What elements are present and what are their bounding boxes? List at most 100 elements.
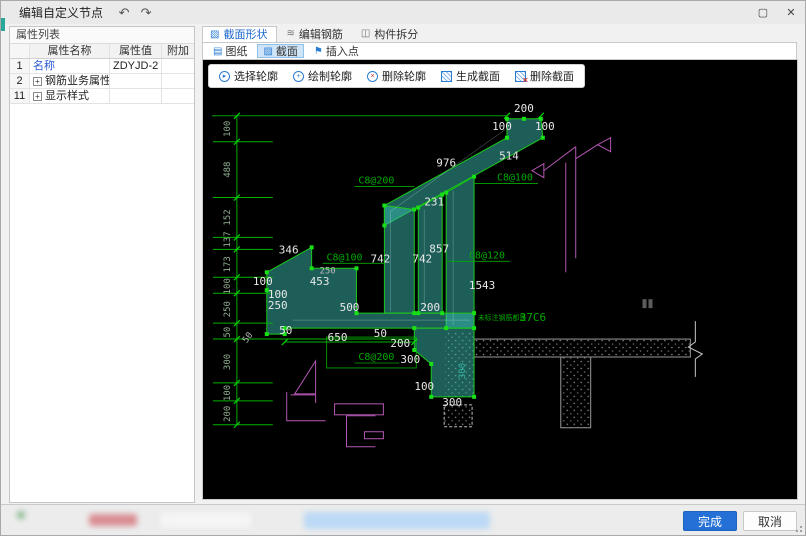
tab-edit-rebar[interactable]: ≋ 编辑钢筋 [279,26,351,42]
finish-button[interactable]: 完成 [683,511,737,531]
cad-label: 200 [390,337,410,350]
section-icon: ▨ [263,46,272,57]
tab-section-shape[interactable]: ▨ 截面形状 [202,26,277,42]
vertex-handle[interactable] [382,223,386,227]
vertex-handle[interactable] [310,266,314,270]
generate-section-button[interactable]: 生成截面 [441,68,500,84]
cad-label: 300 [442,396,462,409]
vertex-handle[interactable] [472,175,476,179]
cad-label: 500 [340,301,360,314]
taskbar-blur-green [17,511,25,519]
prop-value-input[interactable]: ZDYJD-2 [110,59,162,73]
property-panel: 属性列表 属性名称 属性值 附加 1 名称 ZDYJD-2 2 +钢筋业务属性 [9,26,195,503]
table-row[interactable]: 2 +钢筋业务属性 [10,74,194,89]
vertex-handle[interactable] [522,117,526,121]
vertex-handle[interactable] [472,311,476,315]
cad-label: 1543 [469,279,495,292]
table-row[interactable]: 1 名称 ZDYJD-2 [10,59,194,74]
vertex-handle[interactable] [416,206,420,210]
cad-canvas[interactable]: ▸ 选择轮廓 + 绘制轮廓 × 删除轮廓 生成截面 × 删除截面 [202,59,798,500]
vertex-handle[interactable] [429,395,433,399]
prop-name: 名称 [33,59,55,73]
cad-drawing[interactable]: 2001001009765142313467427428571543100453… [203,60,797,500]
vertex-handle[interactable] [265,332,269,336]
resize-grip[interactable] [795,525,803,533]
vertex-handle[interactable] [412,348,416,352]
section-button[interactable]: ▨ 截面 [257,44,303,58]
vertex-handle[interactable] [412,326,416,330]
cad-label: 488 [223,162,233,178]
undo-icon[interactable]: ↶ [113,5,135,21]
cad-label: 453 [310,275,330,288]
cad-label: 173 [223,256,233,272]
select-outline-icon: ▸ [219,71,230,82]
delete-outline-icon: × [367,71,378,82]
cad-label: 742 [370,252,390,265]
property-table-header: 属性名称 属性值 附加 [10,44,194,59]
cad-label: 100 [253,275,273,288]
cad-label: 200 [420,301,440,314]
redo-icon[interactable]: ↷ [135,5,157,21]
vertex-handle[interactable] [429,362,433,366]
vertex-handle[interactable] [472,395,476,399]
col-value: 属性值 [110,44,162,58]
cad-label: 200 [514,102,534,115]
insert-point-button[interactable]: ⚑ 插入点 [308,44,365,58]
cad-label: 231 [424,196,444,209]
cad-label: 300 [223,354,233,370]
cad-label: C8@100 [327,252,363,263]
cad-label: 250 [268,299,288,312]
cad-label: 50 [223,327,233,338]
col-name: 属性名称 [30,44,110,58]
taskbar-blur-red [89,514,137,526]
cad-label: 650 [328,331,348,344]
vertex-handle[interactable] [265,270,269,274]
vertex-handle[interactable] [440,311,444,315]
vertex-handle[interactable] [412,208,416,212]
cad-label: 50 [374,327,387,340]
vertex-handle[interactable] [472,326,476,330]
delete-section-icon: × [515,71,526,82]
component-split-icon: ◫ [361,28,370,39]
generate-section-icon [441,71,452,82]
close-button[interactable]: ✕ [777,2,805,24]
section-shape-icon: ▨ [210,29,219,40]
titlebar: 编辑自定义节点 ↶ ↷ ▢ ✕ [1,1,805,24]
vertex-handle[interactable] [505,136,509,140]
cad-label: 514 [499,150,519,163]
cad-label: 100 [223,278,233,294]
draw-outline-button[interactable]: + 绘制轮廓 [293,68,352,84]
prop-name: 钢筋业务属性 [45,74,110,88]
cad-label: C8@200 [358,176,394,187]
expand-icon[interactable]: + [33,77,42,86]
vertex-handle[interactable] [444,326,448,330]
delete-section-button[interactable]: × 删除截面 [515,68,574,84]
table-row[interactable]: 11 +显示样式 [10,89,194,104]
col-extra: 附加 [162,44,194,58]
expand-icon[interactable]: + [33,92,42,101]
cad-label: 100 [492,120,512,133]
tab-component-split[interactable]: ◫ 构件拆分 [354,26,427,42]
vertex-handle[interactable] [412,311,416,315]
cad-label: 300 [458,363,468,379]
sheet-button[interactable]: ▤ 图纸 [207,44,253,58]
vertex-handle[interactable] [382,204,386,208]
dialog-footer: 完成 取消 [1,504,805,535]
vertex-handle[interactable] [310,245,314,249]
cad-label: 976 [436,157,456,170]
cad-label: 152 [223,209,233,225]
delete-outline-button[interactable]: × 删除轮廓 [367,68,426,84]
vertex-handle[interactable] [541,136,545,140]
cad-label: 250 [223,301,233,317]
cad-label: 50 [241,331,255,346]
taskbar-blur-blue [304,512,490,529]
vertex-handle[interactable] [444,191,448,195]
cad-label: C8@100 [497,173,533,184]
cad-label: 100 [535,120,555,133]
cancel-button[interactable]: 取消 [743,511,797,531]
property-table: 属性名称 属性值 附加 1 名称 ZDYJD-2 2 +钢筋业务属性 11 +显… [10,44,194,104]
background-app-edge [1,18,5,31]
maximize-button[interactable]: ▢ [749,2,777,24]
select-outline-button[interactable]: ▸ 选择轮廓 [219,68,278,84]
vertex-handle[interactable] [354,266,358,270]
